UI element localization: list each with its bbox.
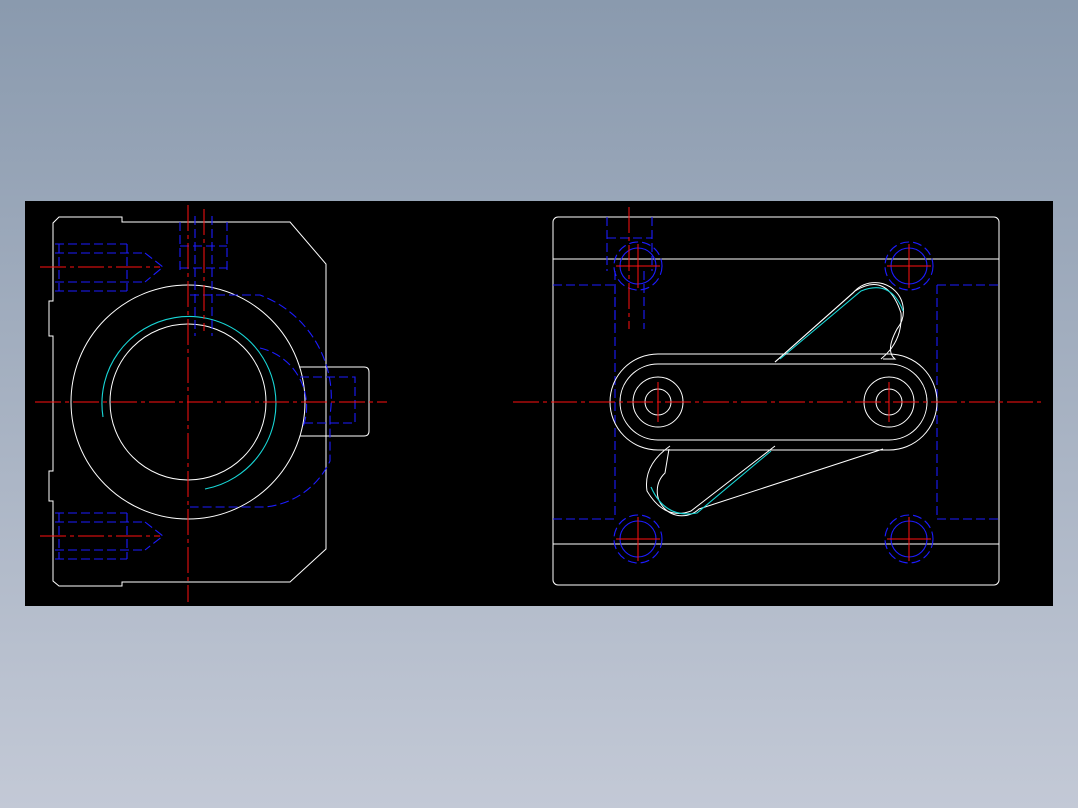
- front-view-hidden-arc-outer: [190, 294, 332, 508]
- top-view-slot-thread-upper: [779, 287, 904, 360]
- cad-drawing-canvas: [35, 205, 1043, 602]
- top-view-diagonal-slot: [656, 282, 904, 517]
- front-view-hidden-arc-inner: [259, 347, 308, 428]
- cad-drawing-viewport[interactable]: [25, 201, 1053, 606]
- top-view-screw-section: [606, 217, 653, 329]
- top-view-slot-edge-lower: [645, 445, 776, 514]
- front-view-thread-arc: [101, 316, 277, 490]
- top-view-slot-edge-upper: [774, 284, 902, 363]
- front-view: [35, 205, 387, 602]
- front-view-hidden-lug: [300, 376, 356, 424]
- top-view-slot-thread-lower: [650, 450, 772, 515]
- top-view: [513, 207, 1043, 586]
